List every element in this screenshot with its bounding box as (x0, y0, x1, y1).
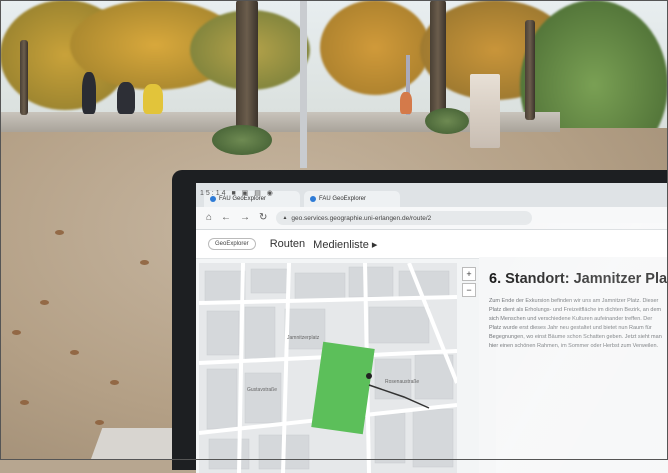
fallen-leaf (40, 300, 49, 305)
back-icon[interactable]: ← (221, 213, 231, 223)
bush (425, 108, 469, 134)
nav-link-routen[interactable]: Routen (270, 238, 305, 250)
secure-icon: ▲ (282, 215, 288, 221)
fallen-leaf (20, 400, 29, 405)
fallen-leaf (55, 230, 64, 235)
home-icon[interactable]: ⌂ (206, 213, 212, 223)
person (117, 82, 135, 114)
fallen-leaf (12, 330, 21, 335)
bush (212, 125, 272, 155)
fallen-leaf (140, 260, 149, 265)
forward-icon[interactable]: → (240, 213, 250, 223)
zoom-out-button[interactable]: − (462, 283, 476, 297)
fallen-leaf (70, 350, 79, 355)
app-content: Jamnitzerplatz Gustavstraße Rosenaustraß… (196, 257, 668, 473)
tree-trunk (20, 40, 28, 115)
person (143, 84, 163, 114)
url-text: geo.services.geographie.uni-erlangen.de/… (291, 214, 432, 222)
fallen-leaf (110, 380, 119, 385)
zoom-in-button[interactable]: + (462, 267, 476, 281)
laptop-screen: 15:14 ■ ▣ ▤ ◉ FAU GeoExplorer FAU GeoExp… (196, 183, 668, 473)
route-map[interactable]: Jamnitzerplatz Gustavstraße Rosenaustraß… (199, 263, 457, 473)
lamp-pole (300, 0, 307, 168)
app-logo[interactable]: GeoExplorer (208, 238, 256, 250)
info-panel: 6. Standort: Jamnitzer Platz Zum Ende de… (479, 257, 668, 473)
map-zoom-controls: + − (462, 267, 476, 297)
tree-trunk (430, 0, 446, 115)
address-bar[interactable]: ▲ geo.services.geographie.uni-erlangen.d… (276, 211, 533, 225)
location-title: 6. Standort: Jamnitzer Platz (489, 271, 668, 287)
status-tray: 15:14 ■ ▣ ▤ ◉ (200, 190, 275, 197)
person (82, 72, 96, 114)
street-label: Jamnitzerplatz (287, 335, 320, 341)
laptop: 15:14 ■ ▣ ▤ ◉ FAU GeoExplorer FAU GeoExp… (172, 170, 668, 473)
browser-tab[interactable]: FAU GeoExplorer (304, 191, 400, 207)
concrete-pillar (470, 74, 500, 148)
app-header: GeoExplorer Routen Medienliste ▸ (196, 230, 668, 259)
nav-link-medienliste[interactable]: Medienliste ▸ (313, 238, 377, 251)
map-canvas: Jamnitzerplatz Gustavstraße Rosenaustraß… (199, 263, 457, 473)
tree-foliage (320, 0, 430, 95)
location-description: Zum Ende der Exkursion befinden wir uns … (489, 298, 662, 349)
fallen-leaf (95, 420, 104, 425)
tab-title: FAU GeoExplorer (319, 196, 367, 202)
reload-icon[interactable]: ↻ (259, 213, 267, 223)
street-label: Gustavstraße (247, 387, 277, 393)
favicon-icon (310, 196, 316, 202)
street-label: Rosenaustraße (385, 379, 419, 385)
person (400, 92, 412, 114)
browser-toolbar: ⌂ ← → ↻ ▲ geo.services.geographie.uni-er… (196, 207, 668, 230)
browser-tab-strip: 15:14 ■ ▣ ▤ ◉ FAU GeoExplorer FAU GeoExp… (196, 183, 668, 207)
tree-trunk (525, 20, 535, 120)
